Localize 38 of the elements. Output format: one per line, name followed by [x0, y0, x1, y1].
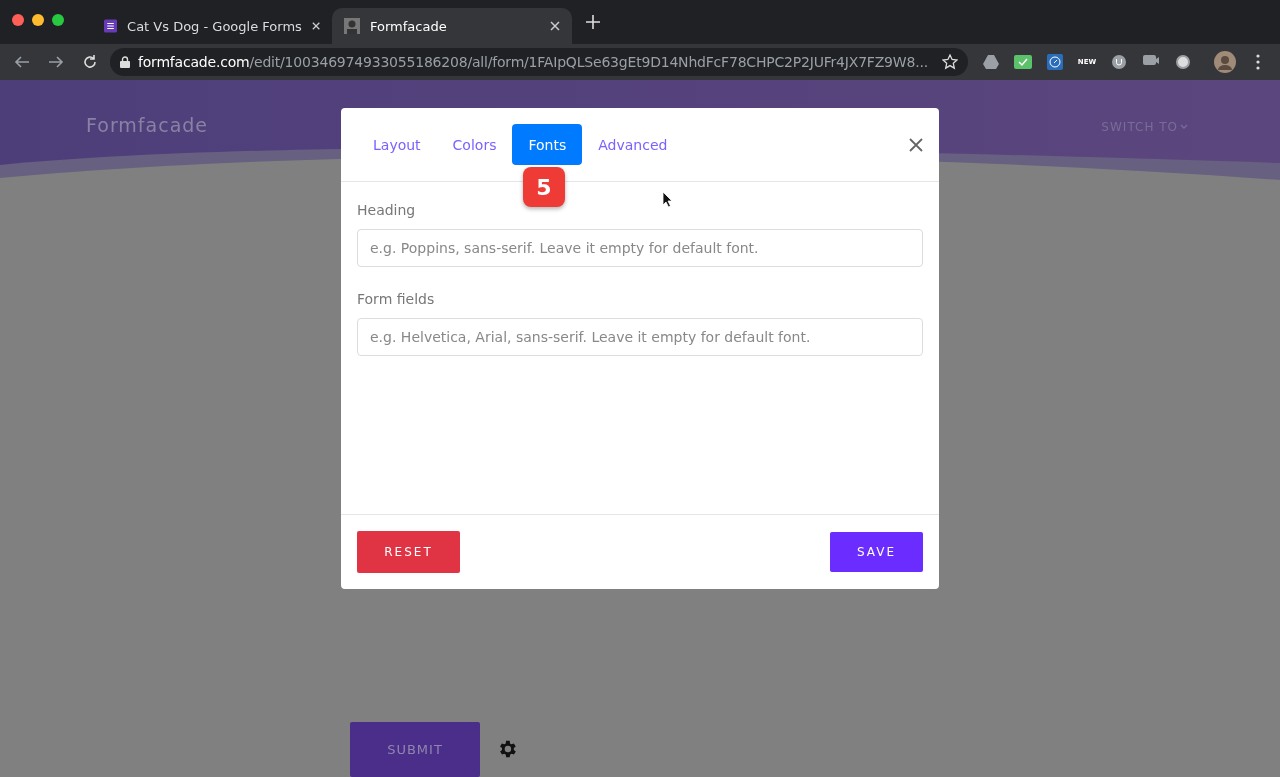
- reset-button[interactable]: RESET: [357, 531, 460, 573]
- close-button[interactable]: [909, 137, 923, 152]
- save-button[interactable]: SAVE: [830, 532, 923, 572]
- field-label: Form fields: [357, 291, 436, 307]
- circle-icon: [1176, 55, 1190, 69]
- close-icon[interactable]: [550, 21, 560, 31]
- cursor-icon: [663, 192, 673, 207]
- star-icon[interactable]: [942, 54, 958, 70]
- zoom-window-button[interactable]: [52, 14, 64, 26]
- step-badge: 5: [523, 167, 565, 207]
- dialog-tab[interactable]: Colors: [436, 124, 513, 165]
- arrow-left-icon: [14, 54, 30, 70]
- extension-button[interactable]: [1044, 51, 1066, 73]
- circle-u-icon: [1112, 55, 1126, 69]
- arrow-right-icon: [48, 54, 64, 70]
- address-bar[interactable]: formfacade.com/edit/100346974933055186208/all/form/1FAIpQLSe63gEt9D14NhdFcF78CHPC2P2JUFr4JX7FZ9W8...: [110, 48, 968, 76]
- avatar-icon[interactable]: [1214, 51, 1236, 73]
- plus-icon[interactable]: [586, 15, 600, 29]
- compass-icon: [1047, 54, 1063, 70]
- avatar-icon: [344, 18, 360, 34]
- list-icon: [104, 18, 118, 34]
- submit-button[interactable]: SUBMIT: [350, 722, 480, 777]
- input-field[interactable]: e.g. Helvetica, Arial, sans-serif. Leave it empty for default font.: [357, 318, 923, 356]
- reload-icon: [82, 54, 98, 70]
- minimize-window-button[interactable]: [32, 14, 44, 26]
- dialog-tab[interactable]: Advanced: [582, 124, 684, 165]
- close-window-button[interactable]: [12, 14, 24, 26]
- brand-logo[interactable]: Formfacade: [86, 114, 209, 136]
- chevron-down-icon: [1180, 123, 1188, 130]
- lock-icon: [120, 56, 130, 68]
- dialog-tab[interactable]: Fonts: [512, 124, 583, 165]
- dialog-tab[interactable]: Layout: [357, 124, 437, 165]
- browser-tab[interactable]: Formfacade: [332, 8, 572, 44]
- close-icon[interactable]: [311, 21, 320, 31]
- menu-icon[interactable]: [1256, 54, 1260, 70]
- input-field[interactable]: e.g. Poppins, sans-serif. Leave it empty for default font.: [357, 229, 923, 267]
- browser-tab[interactable]: Cat Vs Dog - Google Forms: [92, 8, 332, 44]
- field-label: Heading: [357, 202, 417, 218]
